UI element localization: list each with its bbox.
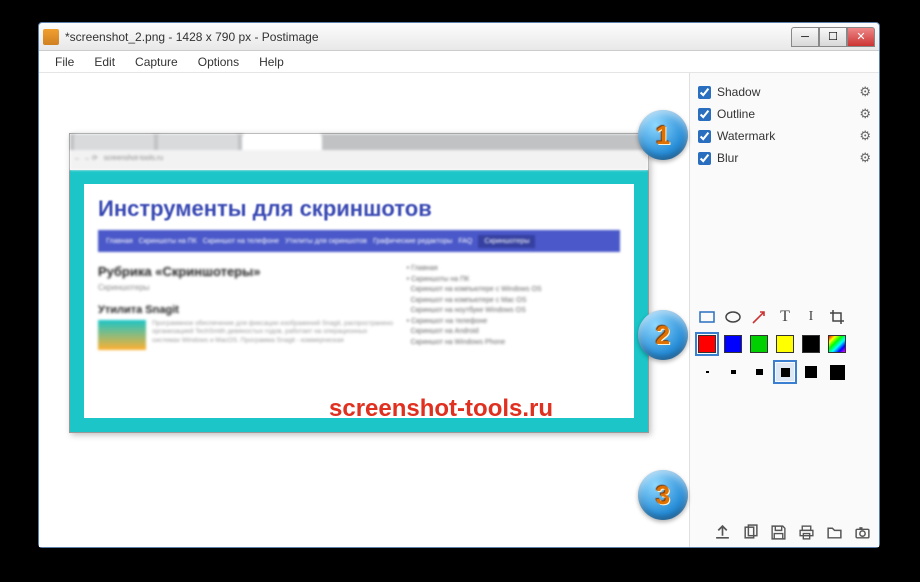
window-title: *screenshot_2.png - 1428 x 790 px - Post… <box>65 30 791 44</box>
color-green[interactable] <box>750 335 768 353</box>
shape-tool-row: T I <box>698 305 871 329</box>
ellipse-tool-icon[interactable] <box>724 308 742 326</box>
menu-file[interactable]: File <box>45 53 84 71</box>
effect-watermark-gear-icon[interactable]: ⚙ <box>859 128 871 144</box>
menu-edit[interactable]: Edit <box>84 53 125 71</box>
thickness-3[interactable] <box>750 363 768 381</box>
arrow-tool-icon[interactable] <box>750 308 768 326</box>
effect-blur-label: Blur <box>717 151 859 165</box>
page-navbar: Главная Скриншоты на ПК Скриншот на теле… <box>98 230 620 252</box>
rectangle-tool-icon[interactable] <box>698 308 716 326</box>
tool-section: T I <box>698 305 871 389</box>
watermark-text: screenshot-tools.ru <box>329 395 553 423</box>
copy-icon[interactable] <box>741 523 759 541</box>
effect-outline-gear-icon[interactable]: ⚙ <box>859 106 871 122</box>
screenshot-preview: ← → ⟳ screenshot-tools.ru Инструменты дл… <box>69 133 649 433</box>
titlebar: *screenshot_2.png - 1428 x 790 px - Post… <box>39 23 879 51</box>
page-body: Инструменты для скриншотов Главная Скрин… <box>70 170 648 432</box>
browser-chrome: ← → ⟳ screenshot-tools.ru <box>70 134 648 170</box>
text-tool-icon[interactable]: T <box>776 308 794 326</box>
canvas-area[interactable]: ← → ⟳ screenshot-tools.ru Инструменты дл… <box>39 73 689 547</box>
close-button[interactable]: ✕ <box>847 27 875 47</box>
page-sidebar: • Главная • Скриншоты на ПК Скриншот на … <box>407 264 620 350</box>
color-red[interactable] <box>698 335 716 353</box>
callout-3: 3 <box>638 470 688 520</box>
menu-help[interactable]: Help <box>249 53 294 71</box>
section-title: Рубрика «Скриншотеры» <box>98 264 397 279</box>
menu-options[interactable]: Options <box>188 53 249 71</box>
minimize-button[interactable]: ─ <box>791 27 819 47</box>
color-yellow[interactable] <box>776 335 794 353</box>
effect-watermark-label: Watermark <box>717 129 859 143</box>
sidebar: Shadow ⚙ Outline ⚙ Watermark ⚙ Blur ⚙ <box>689 73 879 547</box>
effect-watermark-checkbox[interactable] <box>698 130 711 143</box>
app-window: *screenshot_2.png - 1428 x 790 px - Post… <box>38 22 880 548</box>
color-picker-icon[interactable] <box>828 335 846 353</box>
effect-shadow-gear-icon[interactable]: ⚙ <box>859 84 871 100</box>
article-thumb <box>98 320 146 350</box>
menu-capture[interactable]: Capture <box>125 53 188 71</box>
window-controls: ─ ☐ ✕ <box>791 27 875 47</box>
effect-blur-checkbox[interactable] <box>698 152 711 165</box>
effect-blur: Blur ⚙ <box>698 147 871 169</box>
action-row <box>698 517 871 541</box>
maximize-button[interactable]: ☐ <box>819 27 847 47</box>
callout-2: 2 <box>638 310 688 360</box>
effect-shadow-label: Shadow <box>717 85 859 99</box>
page-heading: Инструменты для скриншотов <box>98 196 620 222</box>
color-blue[interactable] <box>724 335 742 353</box>
color-row <box>698 335 871 353</box>
color-black[interactable] <box>802 335 820 353</box>
line-tool-icon[interactable]: I <box>802 308 820 326</box>
camera-icon[interactable] <box>853 523 871 541</box>
effect-outline: Outline ⚙ <box>698 103 871 125</box>
thickness-2[interactable] <box>724 363 742 381</box>
effect-shadow: Shadow ⚙ <box>698 81 871 103</box>
thickness-row <box>698 363 871 381</box>
save-icon[interactable] <box>769 523 787 541</box>
menubar: File Edit Capture Options Help <box>39 51 879 73</box>
article-title: Утилита Snagit <box>98 304 397 316</box>
thickness-1[interactable] <box>698 363 716 381</box>
app-icon <box>43 29 59 45</box>
crop-tool-icon[interactable] <box>828 308 846 326</box>
upload-icon[interactable] <box>713 523 731 541</box>
effect-outline-checkbox[interactable] <box>698 108 711 121</box>
content-area: ← → ⟳ screenshot-tools.ru Инструменты дл… <box>39 73 879 547</box>
print-icon[interactable] <box>797 523 815 541</box>
callout-1: 1 <box>638 110 688 160</box>
effect-shadow-checkbox[interactable] <box>698 86 711 99</box>
thickness-6[interactable] <box>828 363 846 381</box>
effect-blur-gear-icon[interactable]: ⚙ <box>859 150 871 166</box>
effect-watermark: Watermark ⚙ <box>698 125 871 147</box>
thickness-4[interactable] <box>776 363 794 381</box>
open-folder-icon[interactable] <box>825 523 843 541</box>
thickness-5[interactable] <box>802 363 820 381</box>
effect-outline-label: Outline <box>717 107 859 121</box>
